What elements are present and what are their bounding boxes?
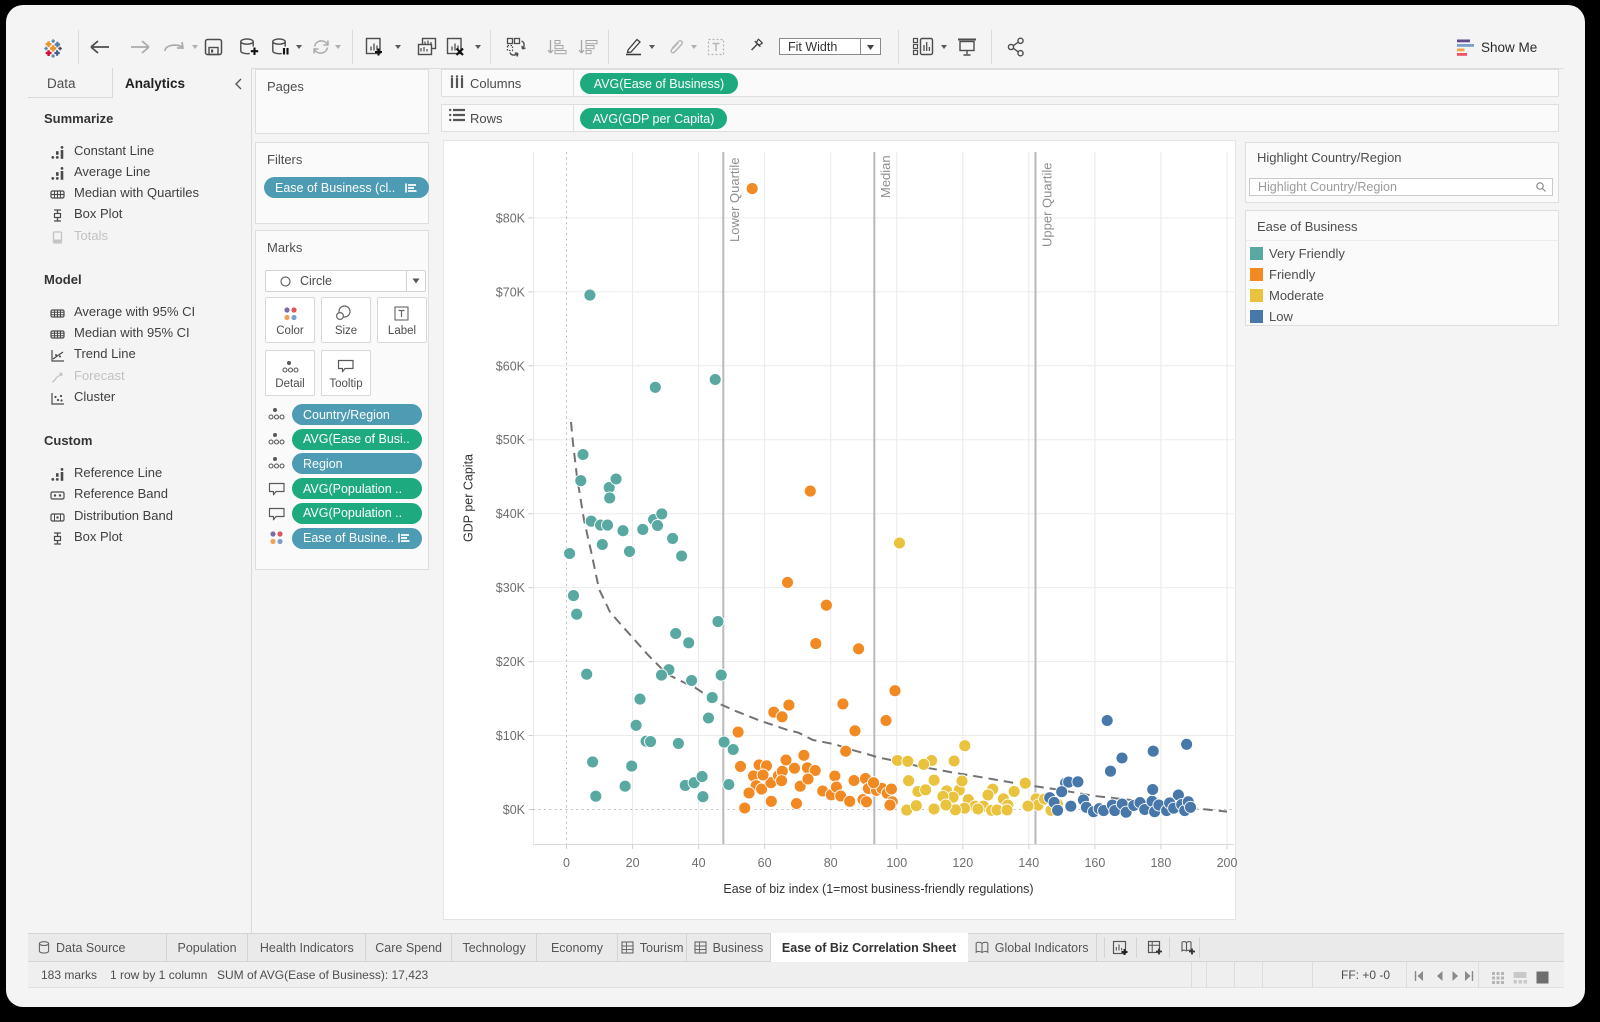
svg-text:Median: Median (878, 155, 893, 198)
svg-text:140: 140 (1018, 856, 1039, 870)
svg-text:100: 100 (886, 856, 907, 870)
svg-text:$40K: $40K (496, 507, 526, 521)
svg-text:Upper Quartile: Upper Quartile (1040, 162, 1055, 247)
svg-text:$0K: $0K (503, 803, 526, 817)
svg-text:GDP per Capita: GDP per Capita (462, 454, 476, 542)
svg-text:$60K: $60K (496, 359, 526, 373)
svg-text:$30K: $30K (496, 581, 526, 595)
svg-text:Lower Quartile: Lower Quartile (727, 157, 742, 242)
svg-text:$10K: $10K (496, 729, 526, 743)
svg-text:40: 40 (692, 856, 706, 870)
svg-text:0: 0 (563, 856, 570, 870)
svg-text:20: 20 (626, 856, 640, 870)
svg-text:Ease of biz index (1=most busi: Ease of biz index (1=most business-frien… (723, 882, 1033, 896)
svg-text:$50K: $50K (496, 433, 526, 447)
svg-text:160: 160 (1084, 856, 1105, 870)
svg-text:$20K: $20K (496, 655, 526, 669)
svg-text:200: 200 (1217, 856, 1238, 870)
svg-text:80: 80 (824, 856, 838, 870)
svg-text:180: 180 (1150, 856, 1171, 870)
svg-text:120: 120 (952, 856, 973, 870)
svg-text:60: 60 (758, 856, 772, 870)
svg-text:$80K: $80K (496, 211, 526, 225)
svg-text:$70K: $70K (496, 285, 526, 299)
